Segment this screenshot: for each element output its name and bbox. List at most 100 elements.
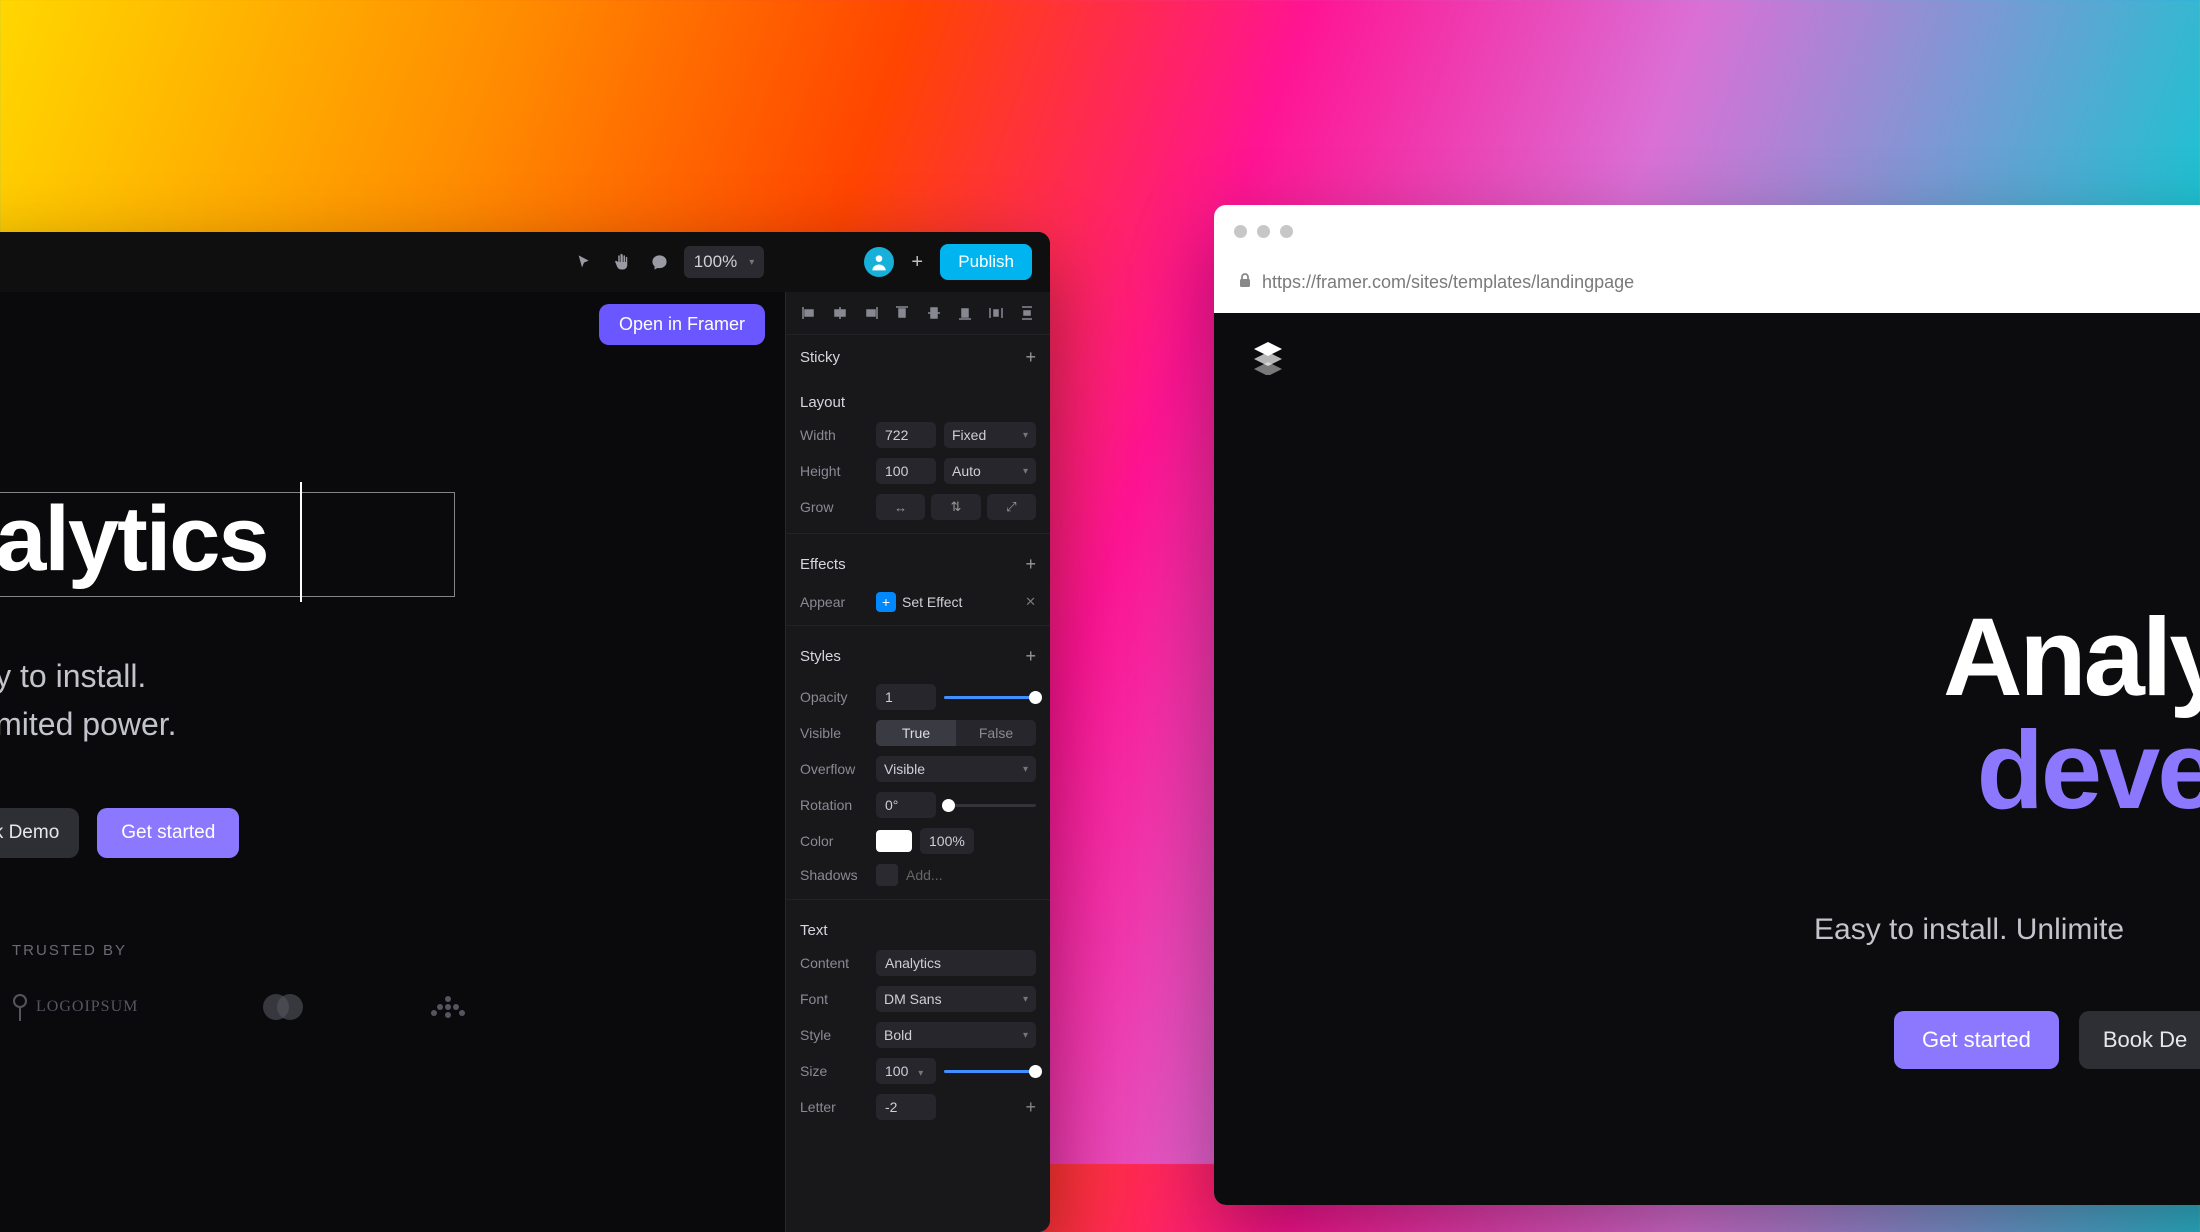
site-logo-icon[interactable] <box>1250 339 1286 380</box>
overflow-label: Overflow <box>800 761 868 777</box>
color-opacity-input[interactable]: 100% <box>920 828 974 854</box>
hero-heading-line-1: Analytics <box>1724 603 2200 713</box>
zoom-control[interactable]: 100% ▾ <box>684 246 765 278</box>
selected-text-frame[interactable]: nalytics <box>0 492 455 597</box>
properties-panel: Sticky + Layout Width 722 Fixed▾ Height … <box>785 292 1050 1232</box>
add-effect-icon[interactable]: + <box>876 592 896 612</box>
font-select[interactable]: DM Sans▾ <box>876 986 1036 1012</box>
overflow-select[interactable]: Visible▾ <box>876 756 1036 782</box>
appear-label: Appear <box>800 594 868 610</box>
distribute-v-icon[interactable] <box>1013 302 1042 324</box>
hero-subheading: Easy to install. Unlimite <box>1814 913 2124 947</box>
height-mode-select[interactable]: Auto▾ <box>944 458 1036 484</box>
visible-toggle[interactable]: True False <box>876 720 1036 746</box>
width-input[interactable]: 722 <box>876 422 936 448</box>
plus-icon[interactable]: + <box>944 1097 1036 1118</box>
grow-both-button[interactable]: ⤢ <box>987 494 1036 520</box>
align-left-icon[interactable] <box>794 302 823 324</box>
hand-tool-icon[interactable] <box>608 248 636 276</box>
lock-icon <box>1238 272 1252 293</box>
traffic-close-icon[interactable] <box>1234 225 1247 238</box>
align-hcenter-icon[interactable] <box>825 302 854 324</box>
cursor-tool-icon[interactable] <box>570 248 598 276</box>
color-swatch[interactable] <box>876 830 912 852</box>
effects-section-header: Effects + <box>786 542 1050 587</box>
cta-row: Book Demo Get started <box>0 808 239 858</box>
align-top-icon[interactable] <box>888 302 917 324</box>
opacity-slider[interactable] <box>944 696 1036 699</box>
rotation-slider[interactable] <box>944 804 1036 807</box>
get-started-button[interactable]: Get started <box>97 808 239 858</box>
opacity-label: Opacity <box>800 689 868 705</box>
font-label: Font <box>800 991 868 1007</box>
size-input[interactable]: 100 ▾ <box>876 1058 936 1084</box>
align-vcenter-icon[interactable] <box>919 302 948 324</box>
width-label: Width <box>800 427 868 443</box>
visible-label: Visible <box>800 725 868 741</box>
content-label: Content <box>800 955 868 971</box>
style-select[interactable]: Bold▾ <box>876 1022 1036 1048</box>
grow-horizontal-button[interactable]: ↔ <box>876 494 925 520</box>
align-bottom-icon[interactable] <box>950 302 979 324</box>
subheading-block: Easy to install. Unlimited power. <box>0 652 177 748</box>
rotation-label: Rotation <box>800 797 868 813</box>
visible-false[interactable]: False <box>956 720 1036 746</box>
grow-vertical-button[interactable]: ⇅ <box>931 494 980 520</box>
chevron-down-icon: ▾ <box>749 257 754 268</box>
traffic-zoom-icon[interactable] <box>1280 225 1293 238</box>
plus-icon[interactable]: + <box>1025 347 1036 368</box>
traffic-minimize-icon[interactable] <box>1257 225 1270 238</box>
zoom-value: 100% <box>694 252 737 272</box>
height-input[interactable]: 100 <box>876 458 936 484</box>
visible-true[interactable]: True <box>876 720 956 746</box>
letter-label: Letter <box>800 1099 868 1115</box>
get-started-button[interactable]: Get started <box>1894 1011 2059 1069</box>
preview-page: Analytics develop Easy to install. Unlim… <box>1214 313 2200 1205</box>
subheading-line-1: Easy to install. <box>0 652 177 700</box>
address-bar[interactable]: https://framer.com/sites/templates/landi… <box>1214 257 2200 307</box>
shadows-add[interactable]: Add... <box>906 867 943 883</box>
distribute-h-icon[interactable] <box>982 302 1011 324</box>
editor-window: 100% ▾ + Publish Open in Framer nalytics… <box>0 232 1050 1232</box>
height-label: Height <box>800 463 868 479</box>
traffic-lights <box>1234 225 1293 238</box>
heading-text[interactable]: nalytics <box>0 493 454 585</box>
user-avatar[interactable] <box>864 247 894 277</box>
chevron-down-icon: ▾ <box>1023 764 1028 775</box>
plus-icon[interactable]: + <box>1025 554 1036 575</box>
add-collaborator-button[interactable]: + <box>904 249 930 275</box>
shadows-label: Shadows <box>800 867 868 883</box>
open-in-framer-button[interactable]: Open in Framer <box>599 304 765 345</box>
editor-topbar: 100% ▾ + Publish <box>0 232 1050 292</box>
text-section-header: Text <box>786 908 1050 945</box>
browser-chrome <box>1214 205 2200 257</box>
hero-heading: Analytics develop <box>1724 603 2200 829</box>
comment-tool-icon[interactable] <box>646 248 674 276</box>
plus-icon[interactable]: + <box>1025 646 1036 667</box>
shadow-swatch[interactable] <box>876 864 898 886</box>
appear-value[interactable]: Set Effect <box>902 594 1019 610</box>
publish-button[interactable]: Publish <box>940 244 1032 280</box>
chevron-down-icon: ▾ <box>1023 994 1028 1005</box>
canvas[interactable]: Open in Framer nalytics Easy to install.… <box>0 292 785 1232</box>
size-label: Size <box>800 1063 868 1079</box>
width-mode-select[interactable]: Fixed▾ <box>944 422 1036 448</box>
chevron-down-icon: ▾ <box>1023 430 1028 441</box>
rotation-input[interactable]: 0° <box>876 792 936 818</box>
logo-circles-icon <box>258 992 308 1022</box>
text-caret <box>300 482 302 602</box>
book-demo-button[interactable]: Book De <box>2079 1011 2200 1069</box>
chevron-down-icon: ▾ <box>1023 466 1028 477</box>
book-demo-button[interactable]: Book Demo <box>0 808 79 858</box>
sticky-section-header[interactable]: Sticky + <box>786 335 1050 380</box>
remove-effect-icon[interactable]: ✕ <box>1025 594 1036 610</box>
align-right-icon[interactable] <box>857 302 886 324</box>
size-slider[interactable] <box>944 1070 1036 1073</box>
url-text: https://framer.com/sites/templates/landi… <box>1262 272 1634 293</box>
content-input[interactable]: Analytics <box>876 950 1036 976</box>
hero-cta-row: Get started Book De <box>1894 1011 2200 1069</box>
opacity-input[interactable]: 1 <box>876 684 936 710</box>
layout-section-header: Layout <box>786 380 1050 417</box>
letter-input[interactable]: -2 <box>876 1094 936 1120</box>
logo-dots-icon <box>428 993 468 1021</box>
